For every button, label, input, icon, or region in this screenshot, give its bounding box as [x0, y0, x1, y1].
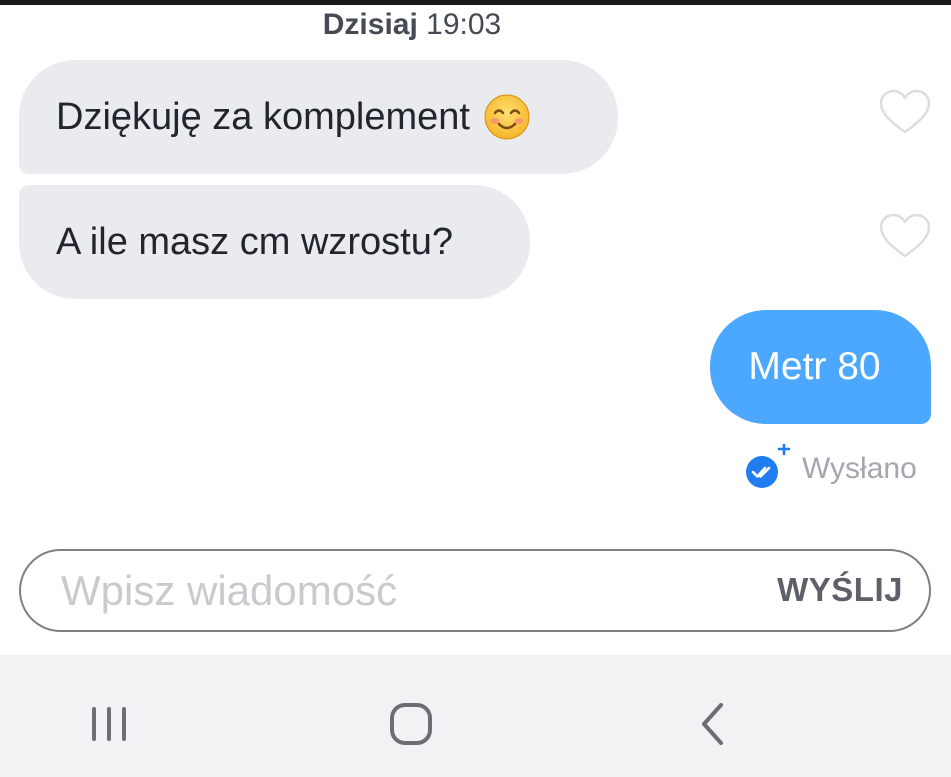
system-navigation-bar — [0, 655, 951, 777]
top-status-bar — [0, 0, 951, 5]
message-text: Dziękuję za komplement — [56, 95, 470, 138]
incoming-message-bubble[interactable]: A ile masz cm wzrostu? — [19, 185, 530, 299]
status-text: Wysłano — [802, 452, 917, 485]
message-text: A ile masz cm wzrostu? — [56, 220, 453, 263]
message-composer: WYŚLIJ — [19, 549, 931, 632]
smiling-face-icon — [484, 94, 530, 140]
timestamp-day: Dzisiaj — [322, 8, 418, 41]
conversation-timestamp: Dzisiaj 19:03 — [0, 8, 824, 42]
recent-apps-icon[interactable] — [80, 695, 140, 755]
like-heart-icon[interactable] — [878, 212, 932, 260]
outgoing-message-bubble[interactable]: Metr 80 — [710, 310, 931, 424]
like-heart-icon[interactable] — [878, 88, 932, 136]
incoming-message-bubble[interactable]: Dziękuję za komplement — [19, 60, 618, 174]
send-button[interactable]: WYŚLIJ — [777, 571, 903, 609]
double-check-icon — [746, 444, 791, 488]
message-input[interactable] — [61, 565, 701, 617]
message-status: Wysłano — [744, 436, 944, 496]
home-icon[interactable] — [381, 695, 441, 755]
timestamp-time: 19:03 — [426, 8, 502, 41]
message-text: Metr 80 — [748, 345, 881, 388]
back-icon[interactable] — [684, 695, 744, 755]
